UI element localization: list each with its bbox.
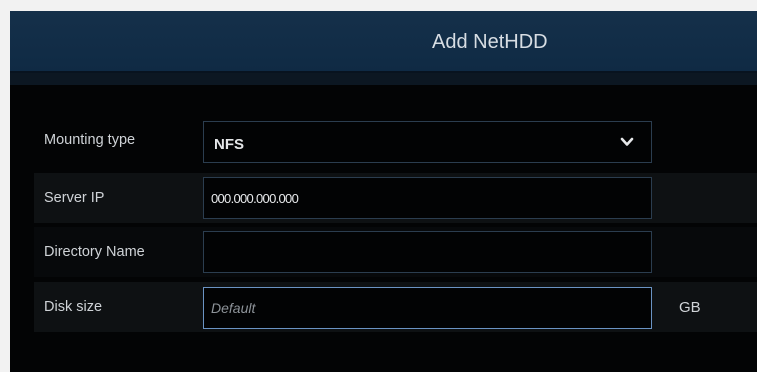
disk-size-placeholder: Default bbox=[211, 300, 256, 316]
chevron-down-icon[interactable] bbox=[619, 134, 635, 150]
server-ip-label: Server IP bbox=[44, 190, 105, 206]
mounting-type-select[interactable]: NFS bbox=[203, 121, 652, 163]
disk-size-input[interactable]: Default bbox=[203, 287, 652, 329]
disk-size-unit: GB bbox=[679, 299, 701, 316]
mounting-type-label: Mounting type bbox=[44, 132, 136, 148]
dialog-title-bar: Add NetHDD bbox=[10, 11, 757, 73]
title-divider bbox=[10, 73, 757, 85]
directory-name-row: Directory Name bbox=[10, 227, 757, 277]
mounting-type-row: Mounting type NFS bbox=[10, 115, 757, 165]
server-ip-input[interactable]: 000.000.000.000 bbox=[203, 177, 652, 219]
add-nethdd-dialog: Add NetHDD Mounting type NFS Server IP 0… bbox=[10, 11, 757, 372]
disk-size-label: Disk size bbox=[44, 299, 103, 315]
server-ip-row: Server IP 000.000.000.000 bbox=[10, 173, 757, 223]
dialog-title: Add NetHDD bbox=[432, 31, 548, 53]
directory-name-input[interactable] bbox=[203, 231, 652, 273]
disk-size-row: Disk size Default GB bbox=[10, 282, 757, 332]
mounting-type-value: NFS bbox=[214, 136, 244, 153]
directory-name-label: Directory Name bbox=[44, 244, 145, 260]
server-ip-value: 000.000.000.000 bbox=[211, 191, 299, 206]
